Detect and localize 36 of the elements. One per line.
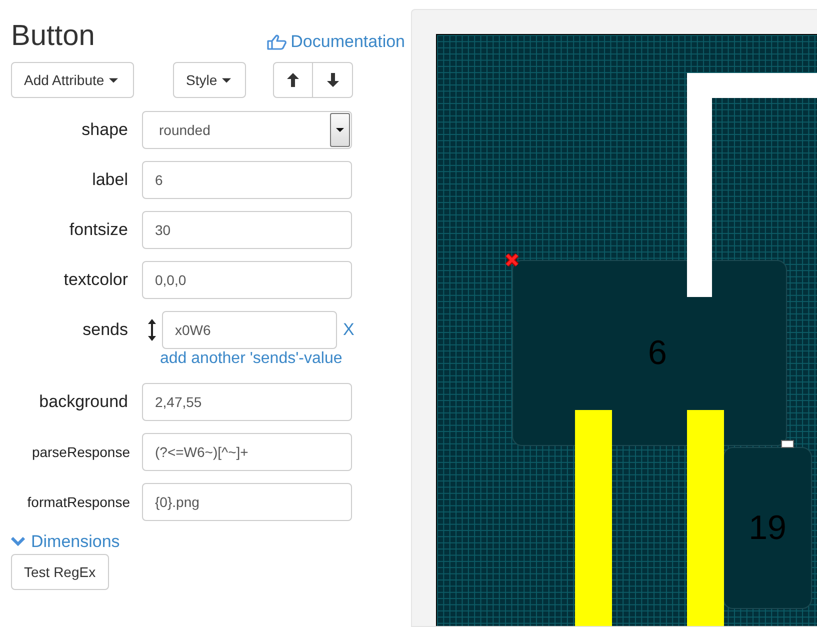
add-value-link[interactable]: add another 'sends'-value (160, 350, 342, 367)
field-label: textcolor (62, 270, 128, 290)
section-toggle[interactable]: Dimensions (11, 532, 120, 552)
panel-title: Button (11, 20, 95, 52)
field-label: parseResponse (30, 444, 130, 460)
input-field[interactable]: 0,0,0 (142, 261, 352, 299)
caret-icon (109, 78, 118, 82)
delete-handle-icon[interactable] (505, 253, 519, 267)
remove-link[interactable]: X (343, 320, 354, 340)
input-field[interactable]: {0}.png (142, 483, 352, 521)
field-label: sends (82, 320, 128, 340)
dropdown-button[interactable]: Style (173, 62, 246, 98)
input-field[interactable]: 6 (142, 161, 352, 199)
input-field[interactable]: 30 (142, 211, 352, 249)
field-label: background (38, 392, 128, 412)
caret-icon (222, 78, 232, 82)
field-label: fontsize (68, 220, 128, 240)
move-up-button[interactable] (273, 62, 313, 98)
field-label: label (91, 170, 128, 190)
dropdown-arrow-icon (336, 128, 344, 132)
reorder-icon[interactable] (148, 319, 156, 341)
field-label: formatResponse (26, 494, 130, 510)
arrow-up-icon (287, 73, 299, 87)
resize-handle[interactable] (781, 440, 794, 448)
input-field[interactable]: 2,47,55 (142, 383, 352, 421)
chevron-down-icon (11, 537, 25, 546)
test-regex-button[interactable]: Test RegEx (11, 554, 109, 590)
field-label: shape (80, 120, 128, 140)
move-down-button[interactable] (313, 62, 353, 98)
dropdown-button[interactable]: Add Attribute (11, 62, 134, 98)
select-field[interactable]: rounded (142, 111, 352, 149)
documentation-link[interactable]: Documentation (266, 32, 405, 52)
arrow-down-icon (326, 73, 338, 87)
input-field[interactable]: x0W6 (162, 311, 337, 349)
input-field[interactable]: (?<=W6~)[^~]+ (142, 433, 352, 471)
thumbs-up-icon (266, 34, 287, 50)
